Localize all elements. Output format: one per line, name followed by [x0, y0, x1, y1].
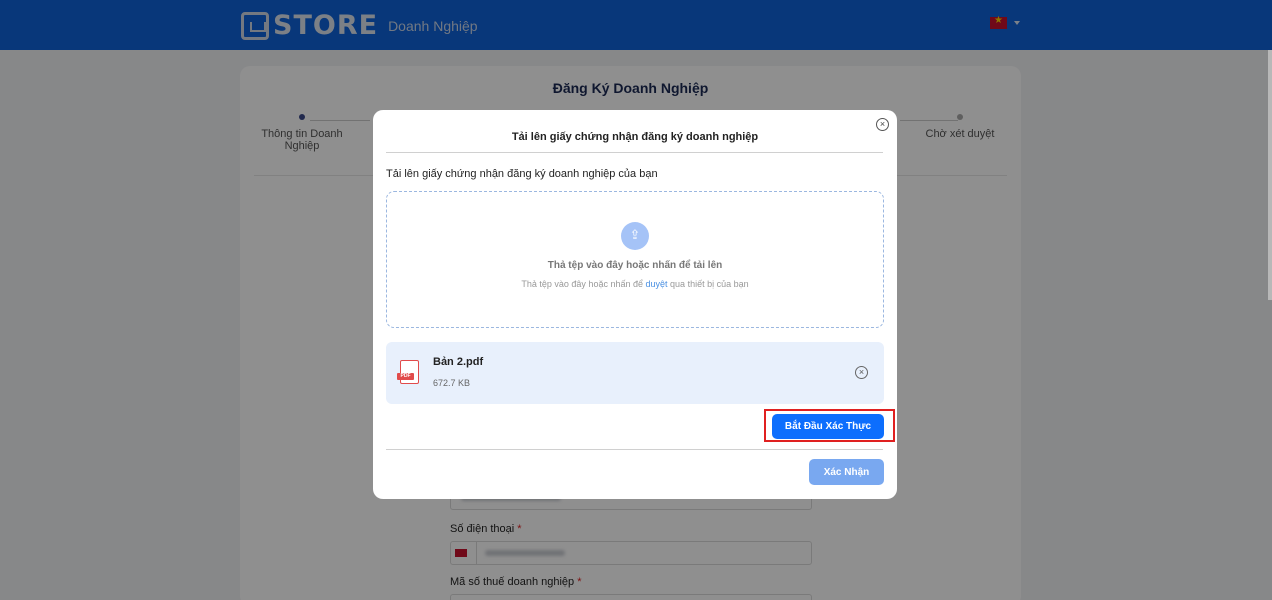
start-verification-button[interactable]: Bắt Đầu Xác Thực: [772, 414, 884, 439]
scrollbar[interactable]: [1268, 50, 1272, 300]
uploaded-file-item: PDF Bản 2.pdf 672.7 KB ×: [386, 342, 884, 404]
file-dropzone[interactable]: ⇪ Thả tệp vào đây hoặc nhấn để tải lên T…: [386, 191, 884, 328]
upload-icon: ⇪: [621, 222, 649, 250]
remove-file-icon[interactable]: ×: [855, 366, 868, 379]
upload-label: Tải lên giấy chứng nhận đăng ký doanh ng…: [386, 168, 658, 180]
file-name: Bản 2.pdf: [433, 356, 484, 368]
file-size: 672.7 KB: [433, 378, 471, 388]
divider: [386, 449, 883, 450]
upload-modal: × Tải lên giấy chứng nhận đăng ký doanh …: [373, 110, 897, 499]
divider: [386, 152, 883, 153]
dropzone-sub-text: Thả tệp vào đây hoặc nhấn để duyệt qua t…: [521, 279, 749, 289]
confirm-button[interactable]: Xác Nhận: [809, 459, 884, 485]
pdf-badge: PDF: [397, 373, 414, 380]
pdf-file-icon: PDF: [397, 360, 419, 384]
dropzone-main-text: Thả tệp vào đây hoặc nhấn để tải lên: [547, 260, 723, 271]
modal-title: Tải lên giấy chứng nhận đăng ký doanh ng…: [511, 131, 759, 143]
close-icon[interactable]: ×: [876, 118, 889, 131]
browse-link[interactable]: duyệt: [646, 279, 668, 289]
